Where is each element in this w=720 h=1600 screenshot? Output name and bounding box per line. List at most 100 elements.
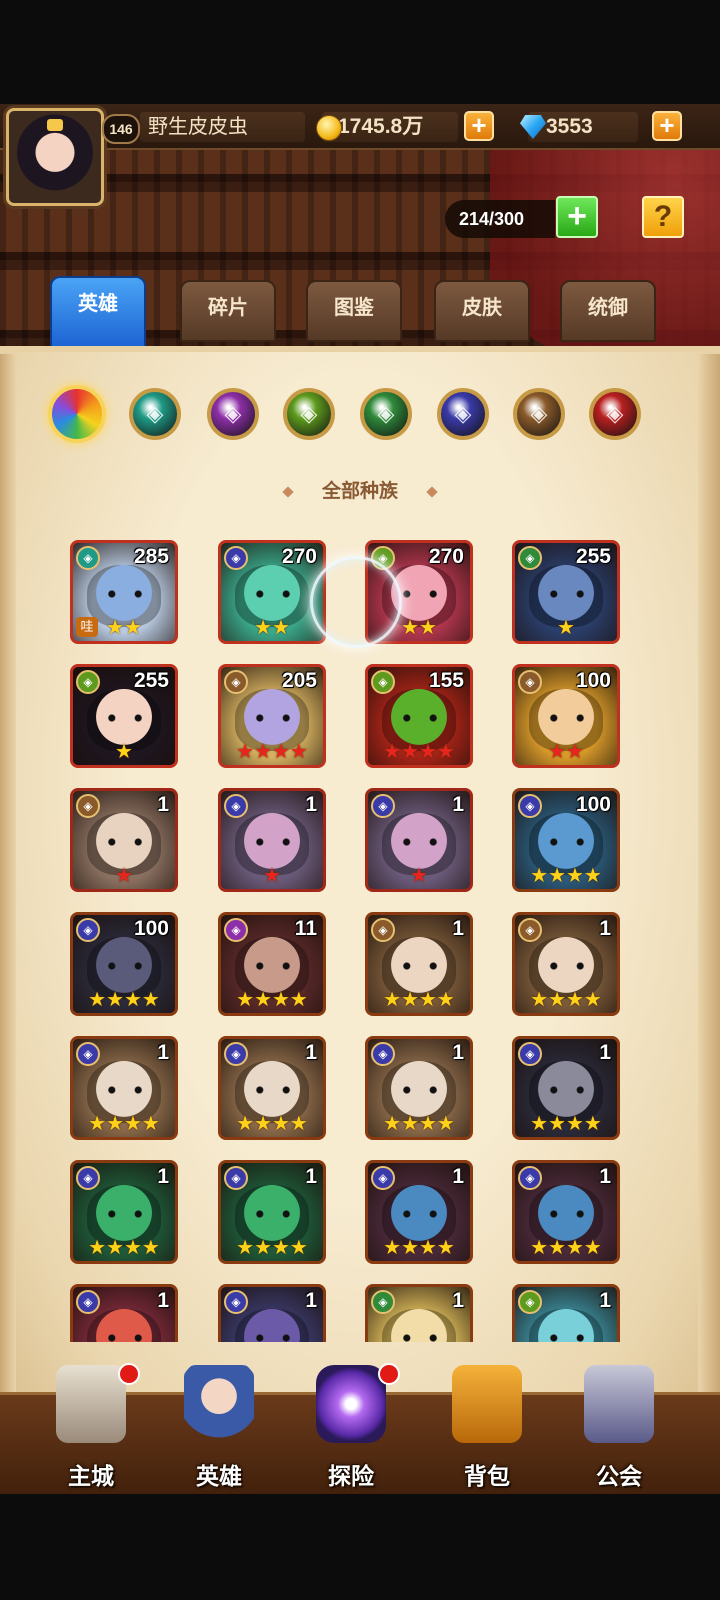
hero-card[interactable]: ◈ 1 ★ <box>70 788 178 892</box>
hero-card[interactable]: ◈ 270 ★★ <box>218 540 326 644</box>
hero-card[interactable]: ◈ 1 ★★★★ <box>218 1036 326 1140</box>
player-avatar[interactable] <box>6 108 104 206</box>
hero-eyes <box>103 961 147 971</box>
hero-card[interactable]: ◈ 1 ★★★★ <box>365 1036 473 1140</box>
hero-level: 1 <box>305 1165 317 1188</box>
hero-card[interactable]: ◈ 1 ★★★★ <box>365 1160 473 1264</box>
tab-4[interactable]: 统御 <box>560 280 656 342</box>
hero-card[interactable]: ◈ 1 ★★★★ <box>512 1036 620 1140</box>
hero-stars: ★★★★ <box>383 741 455 763</box>
hero-card[interactable]: ◈ 1 ★ <box>218 788 326 892</box>
race-3-icon[interactable]: ◈ <box>283 388 335 440</box>
diamond-ornament-icon <box>282 486 294 498</box>
hero-eyes <box>103 589 147 599</box>
hero-card[interactable]: ◈ 100 ★★★★ <box>512 788 620 892</box>
hero-level: 11 <box>294 917 317 940</box>
hero-card[interactable]: ◈ 155 ★★★★ <box>365 664 473 768</box>
hero-stars: ★★★★ <box>88 1237 160 1259</box>
hero-stars: ★★★★ <box>530 989 602 1011</box>
hero-level: 1 <box>157 1041 169 1064</box>
add-gold-button[interactable]: + <box>464 111 494 141</box>
race-badge-icon: ◈ <box>518 670 542 694</box>
hero-level: 1 <box>599 917 611 940</box>
expand-capacity-button[interactable]: + <box>556 196 598 238</box>
tab-0[interactable]: 英雄 <box>50 276 146 348</box>
tab-2[interactable]: 图鉴 <box>306 280 402 342</box>
hero-eyes <box>251 837 295 847</box>
hero-stars: ★ <box>410 865 428 887</box>
hero-eyes <box>251 589 295 599</box>
hero-card[interactable]: ◈ 1 <box>218 1284 326 1342</box>
hero-eyes <box>545 837 589 847</box>
hero-stars: ★★★★ <box>530 1113 602 1135</box>
race-section-header: 全部种族 <box>0 476 720 503</box>
help-button[interactable]: ? <box>642 196 684 238</box>
hero-card[interactable]: ◈ 1 ★★★★ <box>512 912 620 1016</box>
race-4-icon[interactable]: ◈ <box>360 388 412 440</box>
nav-portal[interactable]: 探险 <box>296 1363 406 1494</box>
hero-card[interactable]: ◈ 1 <box>70 1284 178 1342</box>
race-7-glyph-icon: ◈ <box>606 401 624 426</box>
race-badge-icon: ◈ <box>371 794 395 818</box>
hero-eyes <box>545 713 589 723</box>
hero-card[interactable]: ◈ 205 ★★★★ <box>218 664 326 768</box>
nav-label: 公会 <box>596 1463 642 1489</box>
hero-stars: ★★★★ <box>383 1237 455 1259</box>
hero-card[interactable]: ◈ 1 ★★★★ <box>218 1160 326 1264</box>
hero-card[interactable]: ◈ 100 ★★ <box>512 664 620 768</box>
hero-card[interactable]: ◈ 11 ★★★★ <box>218 912 326 1016</box>
diamond-counter: 3553 <box>520 112 638 142</box>
hero-card[interactable]: ◈ 1 <box>365 1284 473 1342</box>
hero-level: 1 <box>157 1165 169 1188</box>
race-6-glyph-icon: ◈ <box>530 401 548 426</box>
hero-level: 1 <box>599 1041 611 1064</box>
crown-icon <box>47 119 63 131</box>
all-races-icon[interactable] <box>48 385 106 443</box>
hero-level: 100 <box>575 793 611 816</box>
tab-1[interactable]: 碎片 <box>180 280 276 342</box>
hero-card[interactable]: ◈ 255 ★ <box>512 540 620 644</box>
race-5-icon[interactable]: ◈ <box>437 388 489 440</box>
hero-card[interactable]: ◈ 285 ★★ 哇 <box>70 540 178 644</box>
race-badge-icon: ◈ <box>371 1042 395 1066</box>
nav-guild[interactable]: 公会 <box>564 1365 674 1494</box>
hero-stars: ★★★★ <box>236 989 308 1011</box>
gold-value: 1745.8万 <box>338 115 424 138</box>
hero-card[interactable]: ◈ 255 ★ <box>70 664 178 768</box>
race-1-icon[interactable]: ◈ <box>129 388 181 440</box>
hero-level: 270 <box>281 545 317 568</box>
hero-stars: ★★★★ <box>530 1237 602 1259</box>
race-badge-icon: ◈ <box>518 546 542 570</box>
hero-card[interactable]: ◈ 1 ★★★★ <box>70 1160 178 1264</box>
hero-eyes <box>251 1209 295 1219</box>
hero-eyes <box>545 1209 589 1219</box>
nav-backpack[interactable]: 背包 <box>432 1365 542 1494</box>
race-1-glyph-icon: ◈ <box>146 401 164 426</box>
hero-card[interactable]: ◈ 1 <box>512 1284 620 1342</box>
diamond-value: 3553 <box>546 115 593 138</box>
race-badge-icon: ◈ <box>518 918 542 942</box>
race-filter-bar: ◈ ◈ ◈ ◈ ◈ ◈ ◈ <box>0 384 720 450</box>
hero-eyes <box>251 961 295 971</box>
race-badge-icon: ◈ <box>371 918 395 942</box>
hero-level: 155 <box>428 669 464 692</box>
hero-level: 1 <box>305 793 317 816</box>
notification-dot <box>378 1363 400 1385</box>
hero-card[interactable]: ◈ 1 ★★★★ <box>365 912 473 1016</box>
nav-castle[interactable]: 主城 <box>36 1363 146 1494</box>
hero-eyes <box>398 1085 442 1095</box>
hero-level: 255 <box>575 545 611 568</box>
race-6-icon[interactable]: ◈ <box>513 388 565 440</box>
add-diamond-button[interactable]: + <box>652 111 682 141</box>
race-badge-icon: ◈ <box>518 1166 542 1190</box>
race-2-icon[interactable]: ◈ <box>207 388 259 440</box>
hero-card[interactable]: ◈ 1 ★★★★ <box>70 1036 178 1140</box>
nav-hero[interactable]: 英雄 <box>164 1365 274 1494</box>
hero-card[interactable]: ◈ 1 ★★★★ <box>512 1160 620 1264</box>
hero-eyes <box>103 713 147 723</box>
race-7-icon[interactable]: ◈ <box>589 388 641 440</box>
hero-card[interactable]: ◈ 1 ★ <box>365 788 473 892</box>
hero-card[interactable]: ◈ 100 ★★★★ <box>70 912 178 1016</box>
hero-level: 205 <box>281 669 317 692</box>
tab-3[interactable]: 皮肤 <box>434 280 530 342</box>
